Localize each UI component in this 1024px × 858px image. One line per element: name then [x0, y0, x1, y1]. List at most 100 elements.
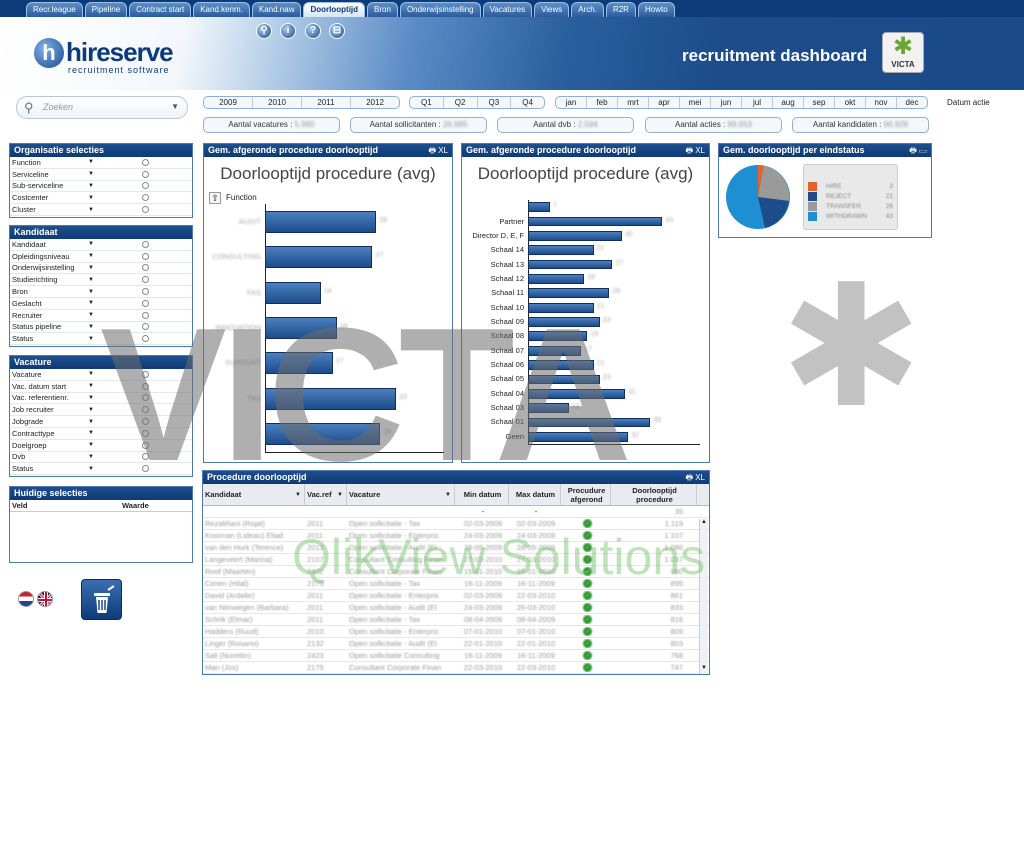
- month-option[interactable]: feb: [587, 97, 618, 108]
- listbox-dvb[interactable]: Dvb ▼: [10, 452, 192, 464]
- tab-howto[interactable]: Howto: [637, 2, 675, 17]
- radio-circle-icon[interactable]: [141, 264, 149, 272]
- month-option[interactable]: nov: [866, 97, 897, 108]
- bar[interactable]: [528, 216, 663, 227]
- tab-views[interactable]: Views: [534, 2, 570, 17]
- search-input[interactable]: ⚲ Zoeken ▼: [16, 96, 188, 119]
- month-option[interactable]: dec: [897, 97, 927, 108]
- column-header[interactable]: Procudure afgerond: [561, 484, 611, 505]
- bar[interactable]: [265, 246, 373, 269]
- radio-circle-icon[interactable]: [141, 406, 149, 414]
- dropdown-arrow-icon[interactable]: ▼: [88, 183, 98, 189]
- table-row[interactable]: van den Hurk (Terence) 2013 Open sollicita…: [203, 542, 709, 554]
- table-row[interactable]: David (Ardalie) 2011 Open sollicitatie - E…: [203, 590, 709, 602]
- listbox-function[interactable]: Function ▼: [10, 157, 192, 169]
- table-row[interactable]: Linger (Rosano) 2132 Open sollicitatie - A…: [203, 638, 709, 650]
- table-row[interactable]: Rezakhani (Rojat) 2011 Open sollicitatie -…: [203, 518, 709, 530]
- bar[interactable]: [528, 259, 613, 270]
- quarter-option[interactable]: Q4: [511, 97, 544, 108]
- bar[interactable]: [265, 210, 377, 233]
- table-row[interactable]: Man (Jos) 2175 Consultant Corporate Finan 2…: [203, 662, 709, 674]
- column-header[interactable]: Doorlooptijd procedure: [611, 484, 697, 505]
- column-header[interactable]: Min datum: [455, 484, 509, 505]
- legend-item[interactable]: REJECT 21: [808, 191, 893, 201]
- month-option[interactable]: apr: [649, 97, 680, 108]
- bar[interactable]: [265, 281, 321, 304]
- listbox-recruiter[interactable]: Recruiter ▼: [10, 310, 192, 322]
- dropdown-arrow-icon[interactable]: ▼: [88, 253, 98, 259]
- radio-circle-icon[interactable]: [141, 453, 149, 461]
- month-option[interactable]: mrt: [618, 97, 649, 108]
- english-flag-icon[interactable]: [37, 591, 53, 607]
- column-header[interactable]: Vacature ▼: [347, 484, 455, 505]
- dropdown-arrow-icon[interactable]: ▼: [88, 265, 98, 271]
- radio-circle-icon[interactable]: [141, 182, 149, 190]
- bar[interactable]: [528, 431, 629, 442]
- bar[interactable]: [528, 274, 585, 284]
- dropdown-arrow-icon[interactable]: ▼: [88, 300, 98, 306]
- listbox-costcenter[interactable]: Costcenter ▼: [10, 192, 192, 205]
- dropdown-arrow-icon[interactable]: ▼: [88, 454, 98, 460]
- dropdown-arrow-icon[interactable]: ▼: [88, 419, 98, 425]
- chart3-icons[interactable]: 🖶 ▭: [909, 144, 927, 157]
- dropdown-arrow-icon[interactable]: ▼: [88, 407, 98, 413]
- tab-onderwijsinstelling[interactable]: Onderwijsinstelling: [399, 2, 481, 17]
- radio-circle-icon[interactable]: [141, 194, 149, 202]
- month-option[interactable]: okt: [835, 97, 866, 108]
- legend-item[interactable]: HIRE 3: [808, 181, 893, 191]
- tab-doorlooptijd[interactable]: Doorlooptijd: [303, 2, 366, 17]
- bar[interactable]: [528, 345, 582, 356]
- dropdown-arrow-icon[interactable]: ▼: [88, 195, 98, 201]
- year-option[interactable]: 2011: [302, 97, 351, 108]
- year-option[interactable]: 2009: [204, 97, 253, 108]
- table-scrollbar[interactable]: ▲ ▼: [699, 519, 708, 674]
- month-option[interactable]: jun: [711, 97, 742, 108]
- radio-circle-icon[interactable]: [141, 158, 149, 166]
- radio-circle-icon[interactable]: [141, 252, 149, 260]
- bar[interactable]: [528, 331, 588, 342]
- listbox-cluster[interactable]: Cluster ▼: [10, 204, 192, 216]
- dropdown-arrow-icon[interactable]: ▼: [88, 430, 98, 436]
- tab-kand-kenm-[interactable]: Kand.kenm.: [193, 2, 250, 17]
- dutch-flag-icon[interactable]: [18, 591, 34, 607]
- scroll-down-icon[interactable]: ▼: [700, 665, 708, 674]
- tab-kand-naw[interactable]: Kand.naw: [251, 2, 302, 17]
- table-row[interactable]: Sali (Nurettin) 2423 Open sollicitatie Con…: [203, 650, 709, 662]
- location-pin-icon[interactable]: ⚲: [256, 23, 272, 39]
- dropdown-arrow-icon[interactable]: ▼: [88, 289, 98, 295]
- table-row[interactable]: Kooiman (Lideau) Eliad 2011 Open sollicita…: [203, 530, 709, 542]
- dropdown-arrow-icon[interactable]: ▼: [88, 159, 98, 165]
- print-icon[interactable]: ⊟: [329, 23, 345, 39]
- table-row[interactable]: Cimen (Hilal) 2175 Open sollicitatie - Tax…: [203, 578, 709, 590]
- listbox-serviceline[interactable]: Serviceline ▼: [10, 169, 192, 181]
- year-option[interactable]: 2012: [351, 97, 399, 108]
- dropdown-arrow-icon[interactable]: ▼: [88, 207, 98, 213]
- table-row[interactable]: Boot (Dirk)2011HCS Consultant - Tax10-02…: [203, 674, 709, 675]
- dropdown-arrow-icon[interactable]: ▼: [88, 395, 98, 401]
- bar[interactable]: [528, 388, 625, 399]
- dropdown-arrow-icon[interactable]: ▼: [88, 241, 98, 247]
- clear-selections-button[interactable]: [81, 579, 122, 620]
- radio-circle-icon[interactable]: [141, 429, 149, 437]
- radio-circle-icon[interactable]: [141, 170, 149, 178]
- sort-arrow-icon[interactable]: ▼: [295, 492, 301, 498]
- dropdown-arrow-icon[interactable]: ▼: [88, 171, 98, 177]
- listbox-jobgrade[interactable]: Jobgrade ▼: [10, 416, 192, 428]
- radio-circle-icon[interactable]: [141, 323, 149, 331]
- quarter-option[interactable]: Q2: [444, 97, 478, 108]
- tab-arch-[interactable]: Arch.: [571, 2, 604, 17]
- sort-arrow-icon[interactable]: ▼: [337, 492, 343, 498]
- table-row[interactable]: Roof (Maarten) 2402 Consultant Corporate F…: [203, 566, 709, 578]
- listbox-geslacht[interactable]: Geslacht ▼: [10, 298, 192, 310]
- bar[interactable]: [528, 288, 610, 299]
- month-option[interactable]: sep: [804, 97, 835, 108]
- dropdown-arrow-icon[interactable]: ▼: [88, 442, 98, 448]
- tab-pipeline[interactable]: Pipeline: [84, 2, 128, 17]
- bar[interactable]: [528, 245, 594, 256]
- bar[interactable]: [528, 302, 594, 313]
- table-row[interactable]: Hadders (Ruud) 2010 Open sollicitatie - En…: [203, 626, 709, 638]
- scroll-up-icon[interactable]: ▲: [700, 519, 708, 528]
- table-row[interactable]: Schrik (Elmar) 2011 Open sollicitatie - Ta…: [203, 614, 709, 626]
- month-option[interactable]: jul: [742, 97, 773, 108]
- dropdown-arrow-icon[interactable]: ▼: [88, 371, 98, 377]
